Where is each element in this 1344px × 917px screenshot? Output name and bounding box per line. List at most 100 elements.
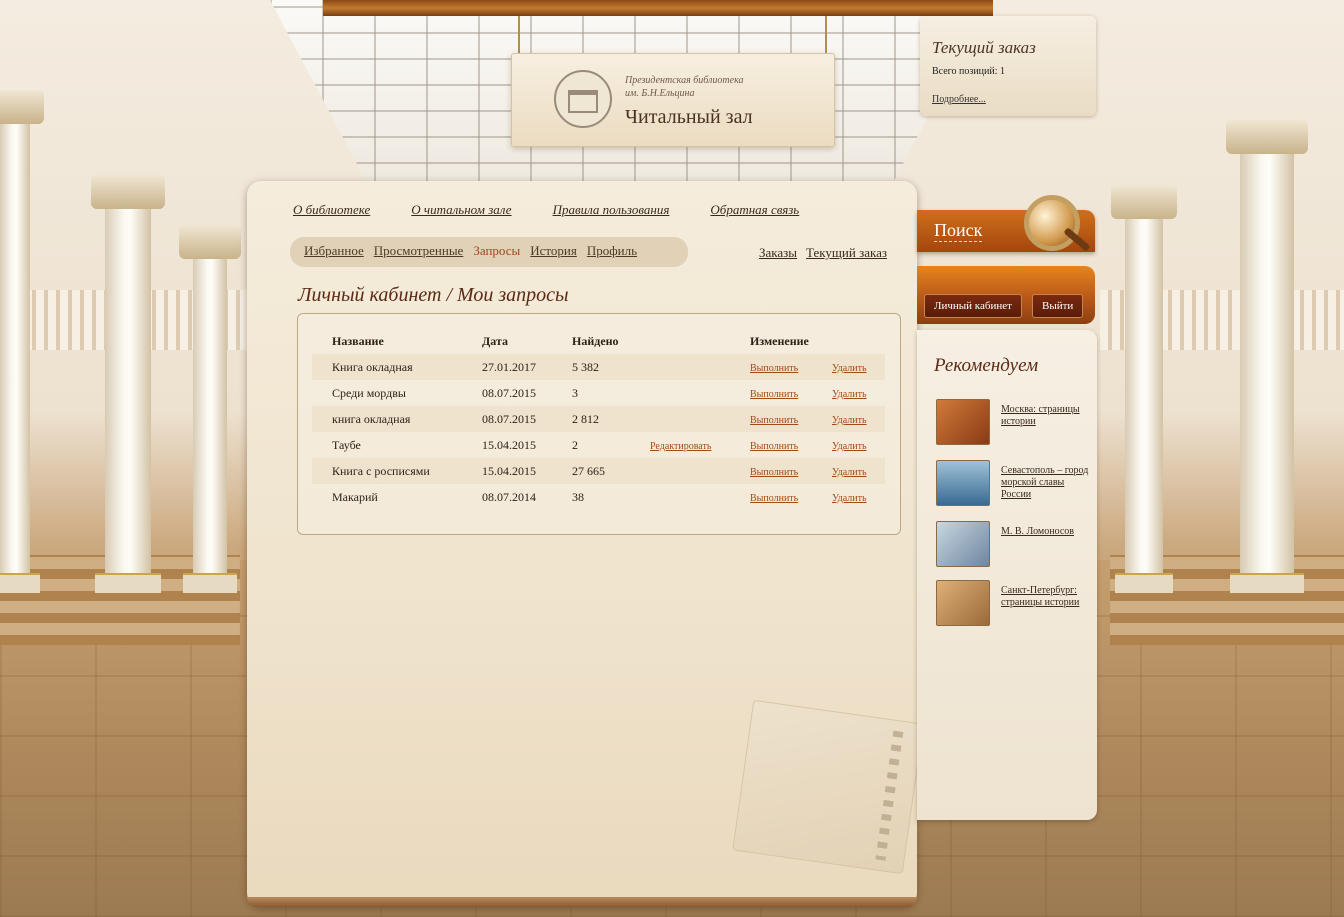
request-date: 27.01.2017 xyxy=(462,354,552,380)
request-run-cell: Выполнить xyxy=(730,380,812,406)
recommend-thumb-sevastopol[interactable] xyxy=(936,460,990,506)
recommend-link-lomonosov[interactable]: М. В. Ломоносов xyxy=(1001,526,1091,538)
request-found: 5 382 xyxy=(552,354,630,380)
tab-profile[interactable]: Профиль xyxy=(587,243,637,259)
nav-feedback[interactable]: Обратная связь xyxy=(710,202,799,218)
column xyxy=(91,175,165,593)
request-found: 2 812 xyxy=(552,406,630,432)
current-order-title: Текущий заказ xyxy=(932,38,1036,57)
run-link[interactable]: Выполнить xyxy=(750,363,798,374)
main-panel: О библиотеке О читальном зале Правила по… xyxy=(247,181,924,907)
request-date: 08.07.2014 xyxy=(482,489,536,504)
table-row: Книга с росписями 15.04.2015 27 665 Выпо… xyxy=(312,458,885,484)
panel-bottom-edge xyxy=(247,897,917,907)
request-edit-cell xyxy=(630,458,730,484)
tab-viewed[interactable]: Просмотренные xyxy=(374,243,464,259)
request-found: 27 665 xyxy=(552,458,630,484)
top-navigation: О библиотеке О читальном зале Правила по… xyxy=(293,202,799,218)
request-delete-cell: Удалить xyxy=(812,354,885,380)
nav-usage-rules[interactable]: Правила пользования xyxy=(553,202,670,218)
request-run-cell: Выполнить xyxy=(730,354,812,380)
order-links: Заказы Текущий заказ xyxy=(759,245,887,261)
recommend-thumb-lomonosov[interactable] xyxy=(936,521,990,567)
request-name: Таубе xyxy=(332,437,361,452)
request-found: 2 xyxy=(572,437,578,452)
request-found: 3 xyxy=(572,385,578,400)
library-logo-icon xyxy=(554,70,612,128)
column xyxy=(179,225,241,593)
header-date: Дата xyxy=(482,333,508,348)
logout-button[interactable]: Выйти xyxy=(1032,294,1084,318)
library-subtitle-line2: им. Б.Н.Ельцина xyxy=(625,88,695,99)
request-found: 38 xyxy=(572,489,584,504)
header-name: Название xyxy=(332,333,384,348)
library-subtitle-line1: Президентская библиотека xyxy=(625,75,744,86)
request-date: 08.07.2015 xyxy=(482,385,536,400)
request-name: книга окладная xyxy=(312,406,462,432)
request-run-cell: Выполнить xyxy=(730,406,812,432)
current-order-more-link[interactable]: Подробнее... xyxy=(932,94,986,105)
request-edit-cell xyxy=(630,354,730,380)
delete-link[interactable]: Удалить xyxy=(832,493,867,504)
delete-link[interactable]: Удалить xyxy=(832,441,867,452)
table-row: Среди мордвы 08.07.2015 3 Выполнить Удал… xyxy=(312,380,885,406)
recommend-thumb-spb[interactable] xyxy=(936,580,990,626)
recommend-link-spb[interactable]: Санкт-Петербург: страницы истории xyxy=(1001,585,1091,609)
requests-table: Название Дата Найдено Изменение Книга ок… xyxy=(312,328,885,510)
requests-table-box: Название Дата Найдено Изменение Книга ок… xyxy=(297,313,901,535)
orders-link[interactable]: Заказы xyxy=(759,245,797,261)
run-link[interactable]: Выполнить xyxy=(750,467,798,478)
column xyxy=(0,90,44,593)
request-name: Макарий xyxy=(332,489,378,504)
request-name: Среди мордвы xyxy=(332,385,406,400)
request-date: 15.04.2015 xyxy=(462,458,552,484)
edit-link[interactable]: Редактировать xyxy=(650,441,711,452)
run-link[interactable]: Выполнить xyxy=(750,389,798,400)
recommend-link-moscow[interactable]: Москва: страницы истории xyxy=(1001,404,1091,428)
personal-cabinet-button[interactable]: Личный кабинет xyxy=(924,294,1022,318)
current-order-box: Текущий заказ Всего позиций: 1 Подробнее… xyxy=(920,16,1096,116)
delete-link[interactable]: Удалить xyxy=(832,415,867,426)
run-link[interactable]: Выполнить xyxy=(750,415,798,426)
notebook-decoration xyxy=(732,699,924,875)
delete-link[interactable]: Удалить xyxy=(832,363,867,374)
library-title: Читальный зал xyxy=(625,106,753,128)
current-order-link[interactable]: Текущий заказ xyxy=(806,245,887,261)
search-label[interactable]: Поиск xyxy=(934,220,983,242)
request-run-cell: Выполнить xyxy=(730,458,812,484)
request-edit-cell xyxy=(630,380,730,406)
nav-about-reading-room[interactable]: О читальном зале xyxy=(411,202,511,218)
top-banner xyxy=(323,0,993,16)
delete-link[interactable]: Удалить xyxy=(832,389,867,400)
tab-requests[interactable]: Запросы xyxy=(473,243,520,259)
request-date: 15.04.2015 xyxy=(482,437,536,452)
table-row: Таубе 15.04.2015 2 Редактировать Выполни… xyxy=(312,432,885,458)
request-date: 08.07.2015 xyxy=(462,406,552,432)
cabinet-tabs: Избранное Просмотренные Запросы История … xyxy=(304,243,637,259)
run-link[interactable]: Выполнить xyxy=(750,441,798,452)
header-delete xyxy=(812,328,885,354)
recommend-thumb-moscow[interactable] xyxy=(936,399,990,445)
current-order-count: Всего позиций: 1 xyxy=(932,66,1006,77)
page-title: Личный кабинет / Мои запросы xyxy=(298,284,569,306)
magnifier-icon[interactable] xyxy=(1024,195,1080,251)
sign-chain xyxy=(518,16,520,56)
request-run-cell: Выполнить xyxy=(730,432,812,458)
header-found: Найдено xyxy=(572,333,619,348)
table-row: Книга окладная 27.01.2017 5 382 Выполнит… xyxy=(312,354,885,380)
recommend-link-sevastopol[interactable]: Севастополь – город морской славы России xyxy=(1001,465,1091,501)
header-change: Изменение xyxy=(750,333,809,348)
tab-history[interactable]: История xyxy=(530,243,577,259)
run-link[interactable]: Выполнить xyxy=(750,493,798,504)
request-run-cell: Выполнить xyxy=(730,484,812,510)
request-delete-cell: Удалить xyxy=(812,432,885,458)
request-delete-cell: Удалить xyxy=(812,406,885,432)
column xyxy=(1226,120,1308,593)
request-name: Книга с росписями xyxy=(312,458,462,484)
request-delete-cell: Удалить xyxy=(812,458,885,484)
nav-about-library[interactable]: О библиотеке xyxy=(293,202,370,218)
tab-favorites[interactable]: Избранное xyxy=(304,243,364,259)
delete-link[interactable]: Удалить xyxy=(832,467,867,478)
table-row: Макарий 08.07.2014 38 Выполнить Удалить xyxy=(312,484,885,510)
request-edit-cell xyxy=(630,484,730,510)
